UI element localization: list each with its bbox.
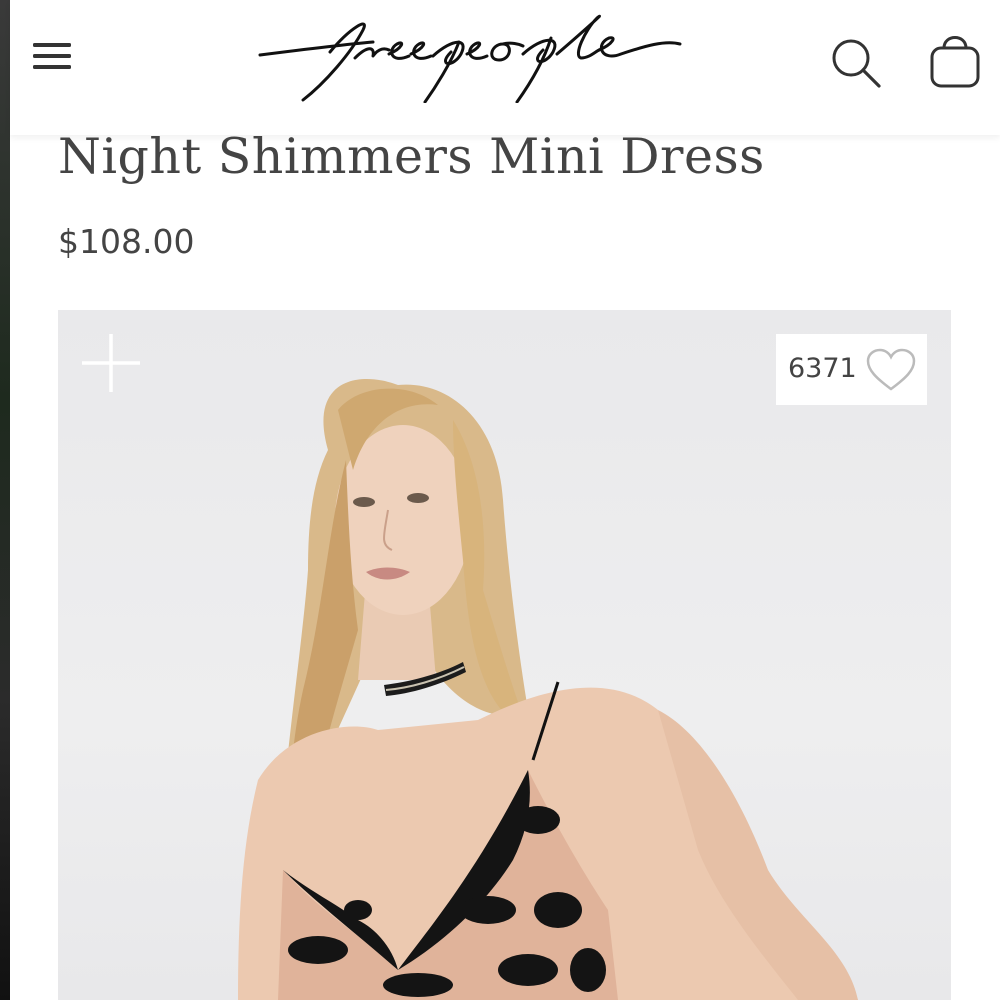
shopping-bag-button[interactable] [922, 32, 988, 92]
search-icon [832, 39, 881, 88]
zoom-button[interactable] [80, 332, 142, 394]
hamburger-menu-icon [33, 43, 71, 69]
favorite-button[interactable]: 6371 [776, 334, 927, 405]
model-photo [238, 378, 858, 1000]
app-frame: Night Shimmers Mini Dress $108.00 6371 [0, 0, 1000, 1000]
brand-logo[interactable] [255, 8, 685, 104]
site-header [10, 0, 1000, 135]
shopping-bag-icon [930, 36, 980, 88]
search-button[interactable] [825, 32, 885, 92]
screen-edge [0, 0, 10, 1000]
like-count: 6371 [788, 353, 857, 384]
product-price: $108.00 [58, 222, 195, 261]
product-image[interactable]: 6371 [58, 310, 951, 1000]
plus-icon [82, 334, 140, 392]
menu-button[interactable] [30, 34, 74, 78]
product-title: Night Shimmers Mini Dress [58, 128, 765, 185]
heart-icon [866, 348, 916, 391]
